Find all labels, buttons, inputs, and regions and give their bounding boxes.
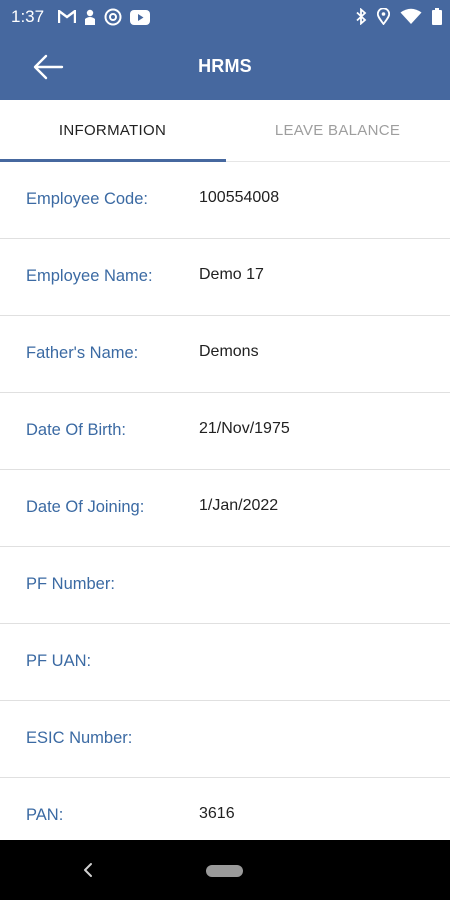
info-label: Employee Code:: [26, 190, 148, 208]
notification-icons: [58, 8, 150, 26]
battery-icon: [432, 8, 442, 25]
tab-leave-balance-label: LEAVE BALANCE: [274, 122, 401, 139]
chevron-left-icon: [84, 863, 92, 877]
info-value: 3616: [199, 805, 235, 822]
info-value: 21/Nov/1975: [199, 420, 290, 437]
info-value: Demons: [199, 343, 259, 360]
info-label: PF Number:: [26, 575, 115, 593]
tab-information-label: INFORMATION: [58, 122, 167, 139]
info-value: Demo 17: [199, 266, 264, 283]
info-row-pf-number: PF Number:: [0, 547, 450, 624]
person-icon: [85, 9, 95, 25]
info-row-date-of-birth: Date Of Birth: 21/Nov/1975: [0, 393, 450, 470]
info-label: PF UAN:: [26, 652, 92, 670]
app-bar: HRMS: [0, 33, 450, 100]
info-value: 1/Jan/2022: [199, 497, 279, 514]
status-bar: 1:37: [0, 0, 450, 33]
system-icons: [355, 8, 442, 25]
nav-back-button[interactable]: [80, 860, 98, 880]
wifi-icon: [400, 8, 422, 24]
at-sign-icon: [104, 8, 122, 26]
system-navigation-bar: [0, 840, 450, 900]
info-row-employee-code: Employee Code: 100554008: [0, 162, 450, 239]
nav-home-pill[interactable]: [206, 865, 243, 877]
info-row-date-of-joining: Date Of Joining: 1/Jan/2022: [0, 470, 450, 547]
gmail-icon: [58, 10, 76, 23]
info-label: Employee Name:: [26, 267, 153, 285]
info-label: Date Of Birth:: [26, 421, 126, 439]
info-row-pf-uan: PF UAN:: [0, 624, 450, 701]
info-label: Father's Name:: [26, 344, 139, 362]
info-row-esic-number: ESIC Number:: [0, 701, 450, 778]
bluetooth-icon: [356, 8, 367, 25]
tab-bar: INFORMATION LEAVE BALANCE: [0, 100, 450, 162]
employee-info-list: Employee Code: 100554008 Employee Name: …: [0, 162, 450, 855]
youtube-icon: [130, 9, 150, 25]
tab-information[interactable]: INFORMATION: [0, 100, 225, 161]
page-title: HRMS: [198, 56, 252, 76]
info-row-employee-name: Employee Name: Demo 17: [0, 239, 450, 316]
info-label: ESIC Number:: [26, 729, 133, 747]
info-label: PAN:: [26, 806, 64, 824]
status-time: 1:37: [11, 7, 45, 26]
location-icon: [377, 8, 390, 25]
info-value: 100554008: [199, 189, 280, 206]
tab-leave-balance[interactable]: LEAVE BALANCE: [225, 100, 450, 161]
info-label: Date Of Joining:: [26, 498, 145, 516]
info-row-fathers-name: Father's Name: Demons: [0, 316, 450, 393]
